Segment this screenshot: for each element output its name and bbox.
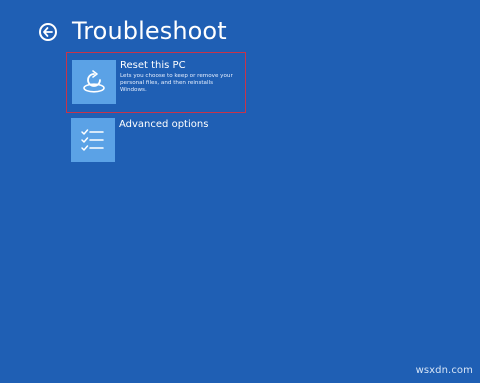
reset-this-pc-option[interactable]: Reset this PC Lets you choose to keep or… [66, 52, 246, 113]
option-title: Advanced options [119, 119, 209, 130]
watermark: wsxdn.com [415, 365, 473, 376]
option-title: Reset this PC [120, 60, 186, 71]
advanced-options-option[interactable]: Advanced options [66, 117, 246, 164]
advanced-options-tile [71, 118, 115, 162]
option-description: Lets you choose to keep or remove your p… [120, 73, 233, 93]
back-button[interactable] [39, 23, 57, 41]
page-title: Troubleshoot [72, 17, 227, 45]
reset-pc-icon [83, 70, 105, 93]
checklist-icon [81, 129, 104, 151]
reset-pc-tile [72, 60, 116, 104]
back-arrow-icon [43, 27, 53, 37]
